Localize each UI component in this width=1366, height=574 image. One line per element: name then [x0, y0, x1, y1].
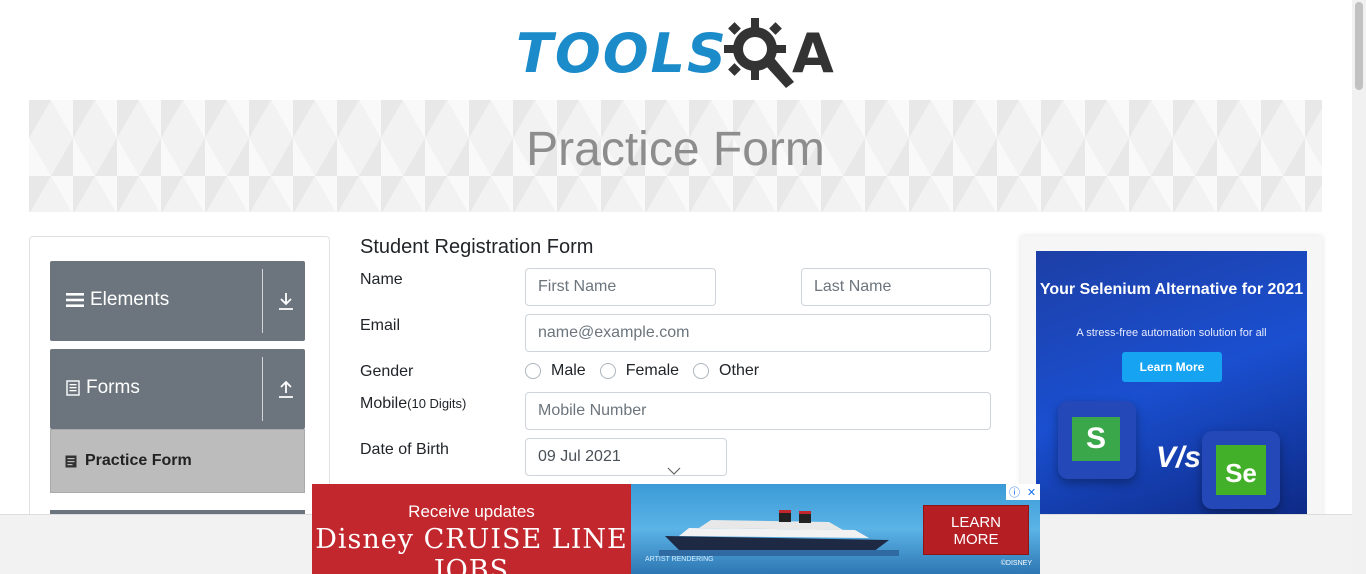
cruise-ship-image: [659, 510, 899, 556]
radio-circle[interactable]: [525, 363, 541, 379]
radio-label: Other: [719, 362, 760, 379]
sidebar-item-practice-form[interactable]: Practice Form: [50, 429, 305, 493]
mobile-label: Mobile(10 Digits): [360, 395, 466, 413]
adchoices-controls: ⓘ ✕: [1006, 484, 1040, 500]
gender-female-radio[interactable]: Female: [599, 362, 680, 380]
ad-learn-more-button[interactable]: Learn More: [1122, 352, 1222, 382]
ad-line2: Disney CRUISE LINE JOBS: [315, 524, 628, 574]
ad-copyright: ©DISNEY: [1000, 560, 1032, 567]
sidebar-group-forms[interactable]: Forms: [50, 349, 305, 429]
ad-learn-more-button[interactable]: LEARN MORE: [923, 505, 1029, 555]
ad-headline: Your Selenium Alternative for 2021: [1039, 281, 1304, 298]
ad-left-panel: Receive updates Disney CRUISE LINE JOBS: [312, 484, 631, 574]
ad-cta-line2: MORE: [953, 531, 999, 548]
page-scrollbar[interactable]: [1352, 0, 1366, 574]
sidebar-group-title: Forms: [66, 377, 140, 399]
last-name-input[interactable]: [801, 268, 991, 306]
name-label: Name: [360, 271, 403, 288]
ad-right-panel: LEARN MORE ARTIST RENDERING ©DISNEY: [631, 484, 1040, 574]
scrollbar-thumb[interactable]: [1355, 2, 1363, 90]
date-of-birth-input[interactable]: [525, 438, 727, 476]
info-icon[interactable]: ⓘ: [1006, 484, 1023, 500]
selenium-logo: Se: [1216, 445, 1266, 495]
radio-label: Male: [551, 362, 586, 379]
email-input[interactable]: [525, 314, 991, 352]
form-title: Student Registration Form: [360, 236, 594, 258]
katalon-logo-tile: S: [1058, 401, 1136, 479]
divider: [262, 269, 263, 333]
radio-circle[interactable]: [599, 363, 616, 379]
logo-text: TOOLS: [516, 22, 728, 85]
dob-label: Date of Birth: [360, 441, 449, 458]
page: TOOLS A Practice Form Elements Forms Pra…: [0, 0, 1366, 574]
upload-icon[interactable]: [276, 379, 296, 399]
versus-text: V/s: [1156, 441, 1202, 474]
sidebar-item-label: Practice Form: [85, 452, 192, 469]
sidebar-group-label: Elements: [90, 289, 170, 310]
disney-cruise-ad[interactable]: Receive updates Disney CRUISE LINE JOBS …: [312, 484, 1040, 574]
gear-magnifier-icon: [724, 18, 794, 88]
gender-male-radio[interactable]: Male: [525, 362, 586, 380]
ad-cta-line1: LEARN: [950, 514, 1002, 531]
page-title: Practice Form: [526, 123, 825, 176]
radio-label: Female: [625, 362, 680, 379]
sidebar-group-title: Elements: [66, 289, 169, 311]
selenium-alternative-ad[interactable]: Your Selenium Alternative for 2021 A str…: [1036, 251, 1307, 514]
mobile-hint: (10 Digits): [407, 396, 467, 411]
email-label: Email: [360, 317, 401, 334]
close-icon[interactable]: ✕: [1023, 484, 1040, 500]
page-banner: Practice Form: [29, 100, 1322, 212]
ad-line1: Receive updates: [408, 502, 535, 521]
ad-subline: A stress-free automation solution for al…: [1076, 327, 1267, 339]
divider: [262, 357, 263, 421]
mobile-label-text: Mobile: [360, 395, 408, 412]
left-sidebar: Elements Forms Practice Form: [29, 236, 330, 526]
mobile-number-input[interactable]: [525, 392, 991, 430]
ad-fine-print: ARTIST RENDERING: [645, 556, 714, 563]
toolsqa-logo[interactable]: TOOLS A: [516, 14, 840, 92]
first-name-input[interactable]: [525, 268, 716, 306]
katalon-logo: S: [1072, 417, 1120, 461]
radio-circle[interactable]: [693, 363, 710, 379]
sidebar-group-label: Forms: [86, 377, 140, 398]
gender-other-radio[interactable]: Other: [693, 362, 759, 380]
logo-text-a: A: [792, 22, 834, 85]
chevron-down-icon: [667, 467, 681, 475]
gender-label: Gender: [360, 363, 414, 380]
document-icon: [66, 380, 80, 396]
menu-icon: [66, 293, 84, 307]
document-icon: [65, 455, 77, 467]
sidebar-group-elements[interactable]: Elements: [50, 261, 305, 341]
download-icon[interactable]: [276, 291, 296, 311]
selenium-logo-tile: Se: [1202, 431, 1280, 509]
gender-radio-group: Male Female Other: [525, 362, 773, 380]
